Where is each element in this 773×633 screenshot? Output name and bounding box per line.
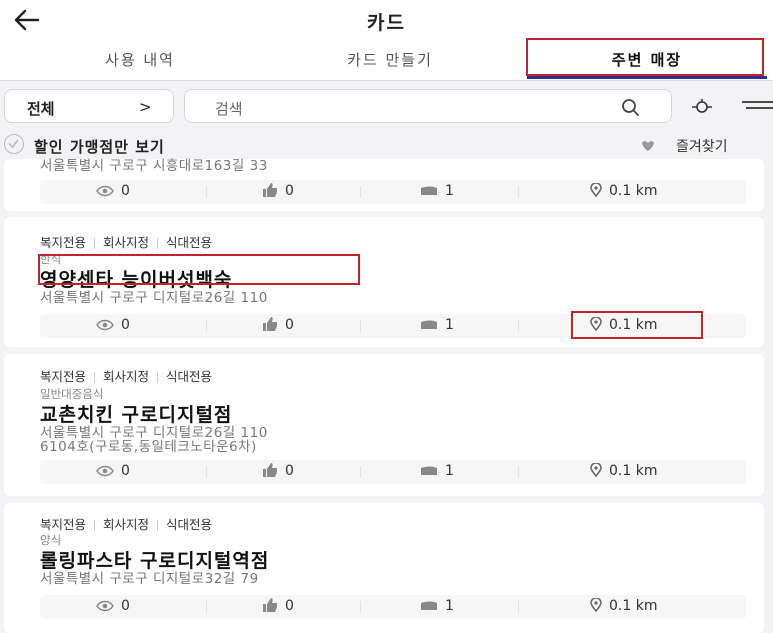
distance: 0.1 km: [609, 463, 658, 479]
heart-icon[interactable]: [641, 140, 655, 152]
stat-divider: [360, 466, 361, 478]
thumbs-up-icon: [263, 317, 277, 331]
category-filter-label: 전체: [27, 100, 55, 118]
location-pin-icon: [590, 462, 602, 478]
view-count: 0: [121, 317, 130, 333]
store-address-detail: 6104호(구로동,동일테크노타운6차): [40, 439, 257, 455]
store-card[interactable]: 복지전용 회사지정 식대전용 양식 롤링파스타 구로디지털역점 서울특별시 구로구 …: [4, 503, 764, 633]
location-pin-icon: [590, 182, 602, 198]
stat-divider: [518, 466, 519, 478]
review-icon: [421, 466, 437, 475]
eye-icon: [96, 600, 114, 612]
like-count: 0: [285, 317, 294, 333]
like-count: 0: [285, 598, 294, 614]
sort-menu-icon[interactable]: [738, 99, 773, 115]
review-count: 1: [445, 598, 454, 614]
tag: 복지전용: [40, 517, 87, 532]
stat-divider: [206, 601, 207, 613]
view-count: 0: [121, 463, 130, 479]
distance: 0.1 km: [609, 183, 658, 199]
stat-divider: [206, 186, 207, 198]
stat-divider: [518, 320, 519, 332]
review-count: 1: [445, 317, 454, 333]
highlight-box-distance: [571, 311, 703, 339]
page-title: 카드: [367, 12, 406, 34]
tag: 회사지정: [103, 517, 150, 532]
eye-icon: [96, 465, 114, 477]
discount-only-checkbox[interactable]: [4, 134, 24, 154]
tag: 복지전용: [40, 369, 87, 384]
location-target-icon[interactable]: [690, 97, 714, 117]
tag: 식대전용: [166, 517, 213, 532]
store-card-partial[interactable]: 서울특별시 구로구 시흥대로163길 33 0 0 1 0.1 km: [4, 159, 764, 211]
active-tab-indicator: [527, 76, 767, 79]
tag: 식대전용: [166, 235, 213, 250]
store-card[interactable]: 복지전용 회사지정 식대전용 일반대중음식 교촌치킨 구로디지털점 서울특별시 구로…: [4, 354, 764, 496]
stat-divider: [518, 601, 519, 613]
category-filter-button[interactable]: 전체 >: [4, 89, 174, 123]
tag: 식대전용: [166, 369, 213, 384]
tag: 복지전용: [40, 235, 87, 250]
tab-create-card[interactable]: 카드 만들기: [290, 40, 490, 80]
review-icon: [421, 601, 437, 610]
search-icon[interactable]: [621, 98, 641, 118]
review-icon: [421, 320, 437, 329]
store-name: 롤링파스타 구로디지털역점: [40, 550, 270, 572]
store-tags: 복지전용 회사지정 식대전용: [40, 514, 212, 533]
app-header: 카드: [0, 0, 773, 40]
search-placeholder: 검색: [215, 100, 243, 118]
stat-divider: [206, 466, 207, 478]
filter-bar: 전체 > 검색: [0, 81, 773, 131]
eye-icon: [96, 185, 114, 197]
like-count: 0: [285, 463, 294, 479]
store-address: 서울특별시 구로구 디지털로32길 79: [40, 571, 259, 587]
thumbs-up-icon: [263, 183, 277, 197]
review-count: 1: [445, 463, 454, 479]
store-address: 서울특별시 구로구 시흥대로163길 33: [40, 158, 268, 174]
tab-usage-history[interactable]: 사용 내역: [40, 40, 240, 80]
review-count: 1: [445, 183, 454, 199]
like-count: 0: [285, 183, 294, 199]
chevron-right-icon: >: [139, 98, 152, 116]
thumbs-up-icon: [263, 598, 277, 612]
view-count: 0: [121, 183, 130, 199]
favorites-filter-label[interactable]: 즐겨찾기: [676, 136, 728, 156]
search-input[interactable]: 검색: [184, 89, 672, 123]
store-stats: 0 0 1 0.1 km: [40, 595, 746, 619]
stat-divider: [360, 601, 361, 613]
store-stats: 0 0 1 0.1 km: [40, 460, 746, 484]
highlight-box-tab: [526, 38, 764, 76]
highlight-box-store-name: [38, 254, 360, 285]
discount-only-label[interactable]: 할인 가맹점만 보기: [34, 136, 165, 157]
check-icon: [8, 139, 19, 149]
eye-icon: [96, 319, 114, 331]
stat-divider: [206, 320, 207, 332]
store-name: 교촌치킨 구로디지털점: [40, 404, 233, 426]
store-stats: 0 0 1 0.1 km: [40, 180, 746, 204]
store-address: 서울특별시 구로구 디지털로26길 110: [40, 290, 268, 306]
location-pin-icon: [590, 597, 602, 613]
discount-filter-row: 할인 가맹점만 보기 즐겨찾기: [0, 131, 773, 159]
thumbs-up-icon: [263, 463, 277, 477]
stat-divider: [518, 186, 519, 198]
distance: 0.1 km: [609, 598, 658, 614]
review-icon: [421, 186, 437, 195]
store-tags: 복지전용 회사지정 식대전용: [40, 232, 212, 251]
tag: 회사지정: [103, 369, 150, 384]
stat-divider: [360, 320, 361, 332]
view-count: 0: [121, 598, 130, 614]
stat-divider: [360, 186, 361, 198]
tag: 회사지정: [103, 235, 150, 250]
store-tags: 복지전용 회사지정 식대전용: [40, 366, 212, 385]
